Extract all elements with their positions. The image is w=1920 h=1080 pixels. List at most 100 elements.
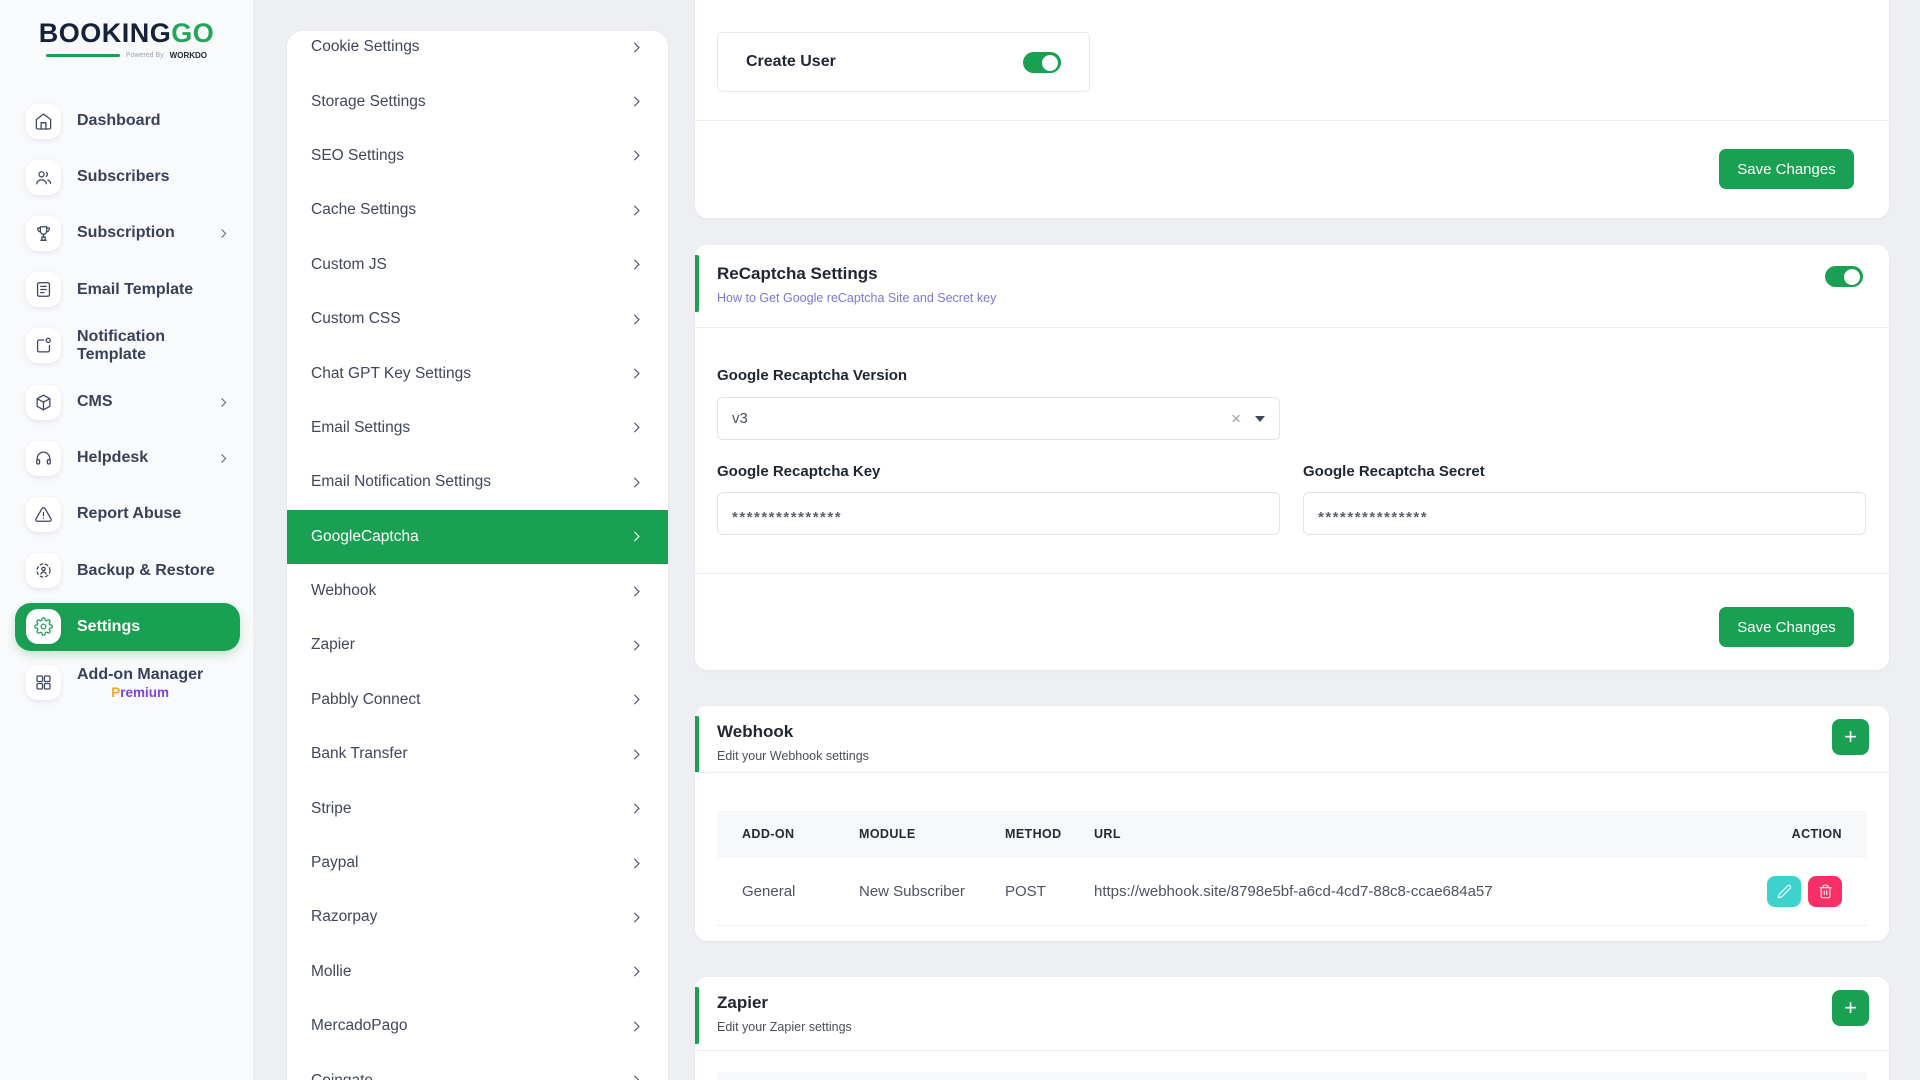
recaptcha-secret-label: Google Recaptcha Secret (1303, 463, 1485, 480)
settings-menu-item[interactable]: GoogleCaptcha (287, 510, 668, 564)
delete-button[interactable] (1808, 876, 1842, 907)
section-accent-bar (695, 255, 699, 312)
settings-menu-item-label: Pabbly Connect (311, 691, 420, 709)
card-divider (695, 327, 1889, 328)
sidebar-item-subscribers[interactable]: Subscribers (15, 149, 240, 205)
zapier-card: Zapier Edit your Zapier settings + (695, 977, 1889, 1080)
zapier-subtitle: Edit your Zapier settings (717, 1020, 852, 1034)
chevron-right-icon (217, 396, 230, 409)
settings-menu-item-label: Custom CSS (311, 310, 401, 328)
edit-button[interactable] (1767, 876, 1801, 907)
card-divider (695, 120, 1889, 121)
settings-menu-item-label: Stripe (311, 800, 352, 818)
settings-menu-item-label: Email Settings (311, 419, 410, 437)
webhook-table: ADD-ON MODULE METHOD URL ACTION General … (717, 810, 1867, 926)
save-changes-button[interactable]: Save Changes (1719, 607, 1854, 647)
clear-selection-icon[interactable]: × (1231, 410, 1241, 427)
settings-menu-item[interactable]: Bank Transfer (287, 727, 668, 781)
notification-doc-icon (26, 328, 61, 363)
settings-menu-item-label: Cookie Settings (311, 38, 420, 56)
chevron-down-icon[interactable] (1255, 416, 1265, 422)
sidebar-item-notification-template[interactable]: Notification Template (15, 318, 240, 374)
chevron-right-icon (629, 692, 644, 707)
sidebar-item-report-abuse[interactable]: Report Abuse (15, 486, 240, 542)
sidebar-item-dashboard[interactable]: Dashboard (15, 93, 240, 149)
settings-menu-item-label: Mollie (311, 963, 351, 981)
settings-menu-item[interactable]: Cookie Settings (287, 31, 668, 74)
create-user-box: Create User (717, 32, 1090, 92)
column-header: MODULE (859, 827, 1005, 841)
cell-url: https://webhook.site/8798e5bf-a6cd-4cd7-… (1094, 883, 1730, 900)
settings-menu-item-label: Coingate (311, 1072, 373, 1080)
add-webhook-button[interactable]: + (1832, 719, 1869, 755)
settings-menu-item-label: Cache Settings (311, 201, 416, 219)
settings-menu-item[interactable]: Email Settings (287, 401, 668, 455)
settings-menu-item-label: Razorpay (311, 908, 377, 926)
chevron-right-icon (629, 910, 644, 925)
recaptcha-key-label: Google Recaptcha Key (717, 463, 880, 480)
settings-menu-item[interactable]: Custom JS (287, 238, 668, 292)
recaptcha-version-select[interactable]: v3 × (717, 397, 1280, 440)
settings-menu-item[interactable]: Cache Settings (287, 183, 668, 237)
add-zapier-button[interactable]: + (1832, 990, 1869, 1026)
settings-menu-item[interactable]: Storage Settings (287, 74, 668, 128)
settings-menu-item[interactable]: SEO Settings (287, 129, 668, 183)
sidebar-item-helpdesk[interactable]: Helpdesk (15, 430, 240, 486)
settings-menu-item-label: Custom JS (311, 256, 387, 274)
sidebar-item-settings[interactable]: Settings (15, 603, 240, 651)
main-sidebar: BOOKINGGO Powered By WORKDO Dashboard Su… (0, 0, 253, 1080)
pencil-icon (1777, 884, 1792, 899)
brand-logo[interactable]: BOOKINGGO Powered By WORKDO (0, 18, 253, 60)
capture-icon (26, 553, 61, 588)
sidebar-item-backup-restore[interactable]: Backup & Restore (15, 543, 240, 599)
recaptcha-help-link[interactable]: How to Get Google reCaptcha Site and Sec… (717, 291, 996, 305)
general-settings-card: Create User Save Changes (695, 0, 1889, 218)
grid-icon (26, 665, 61, 700)
settings-menu-item-label: SEO Settings (311, 147, 404, 165)
create-user-label: Create User (746, 53, 836, 71)
sidebar-item-addon-manager[interactable]: Add-on Manager Premium (15, 655, 240, 711)
chevron-right-icon (629, 747, 644, 762)
sidebar-item-subscription[interactable]: Subscription (15, 205, 240, 261)
table-row: General New Subscriber POST https://webh… (717, 858, 1867, 926)
settings-menu-item[interactable]: Stripe (287, 781, 668, 835)
chevron-right-icon (629, 94, 644, 109)
settings-menu-item-label: GoogleCaptcha (311, 528, 419, 546)
settings-menu-item[interactable]: Mollie (287, 945, 668, 999)
chevron-right-icon (629, 1019, 644, 1034)
webhook-table-header: ADD-ON MODULE METHOD URL ACTION (717, 810, 1867, 858)
card-divider (695, 1050, 1889, 1051)
settings-menu-item[interactable]: Pabbly Connect (287, 673, 668, 727)
recaptcha-toggle[interactable] (1825, 266, 1863, 287)
users-icon (26, 160, 61, 195)
column-header: ADD-ON (742, 827, 859, 841)
app-window: BOOKINGGO Powered By WORKDO Dashboard Su… (0, 0, 1920, 1080)
settings-menu-item[interactable]: Custom CSS (287, 292, 668, 346)
settings-menu-item[interactable]: Zapier (287, 618, 668, 672)
settings-menu-item[interactable]: Coingate (287, 1053, 668, 1080)
zapier-title: Zapier (717, 993, 768, 1013)
create-user-toggle[interactable] (1023, 52, 1061, 73)
save-changes-button[interactable]: Save Changes (1719, 149, 1854, 189)
sidebar-item-email-template[interactable]: Email Template (15, 262, 240, 318)
sidebar-item-label: Report Abuse (77, 505, 181, 523)
sidebar-item-label: Subscription (77, 224, 175, 242)
settings-menu-item[interactable]: Razorpay (287, 890, 668, 944)
settings-menu-item-label: Zapier (311, 636, 355, 654)
sidebar-item-label: Email Template (77, 281, 193, 299)
chevron-right-icon (629, 475, 644, 490)
document-icon (26, 272, 61, 307)
settings-menu-item[interactable]: Paypal (287, 836, 668, 890)
settings-menu-item[interactable]: Email Notification Settings (287, 455, 668, 509)
recaptcha-key-input[interactable]: *************** (717, 492, 1280, 535)
settings-menu-item[interactable]: Webhook (287, 564, 668, 618)
workdo-logo: WORKDO (170, 51, 207, 60)
sidebar-item-cms[interactable]: CMS (15, 374, 240, 430)
recaptcha-secret-input[interactable]: *************** (1303, 492, 1866, 535)
sidebar-item-label: Backup & Restore (77, 562, 215, 580)
settings-menu-item[interactable]: Chat GPT Key Settings (287, 346, 668, 400)
sidebar-item-label: Settings (77, 618, 140, 636)
settings-menu-item[interactable]: MercadoPago (287, 999, 668, 1053)
zapier-table-header (717, 1072, 1867, 1080)
settings-menu-item-label: Paypal (311, 854, 358, 872)
